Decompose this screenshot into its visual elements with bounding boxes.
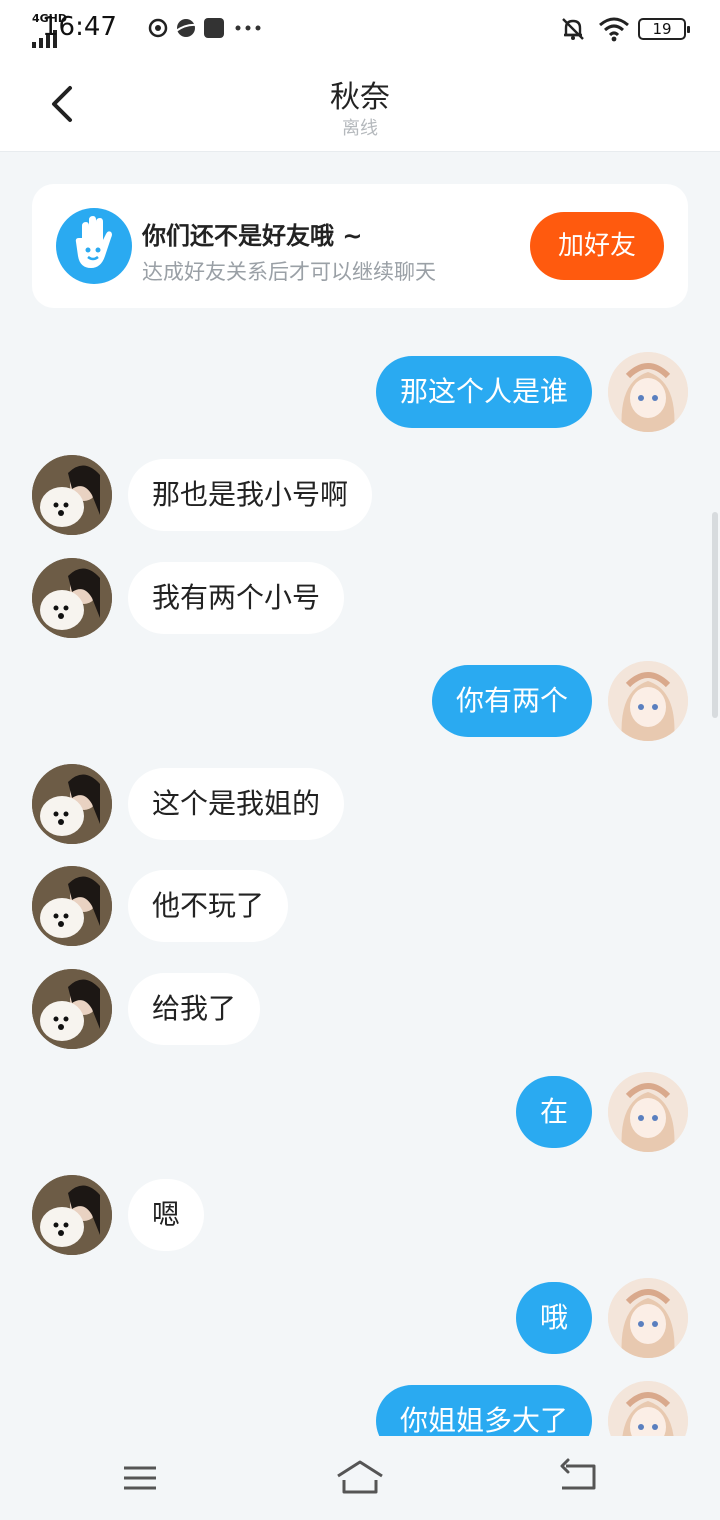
avatar[interactable] <box>608 352 688 432</box>
avatar[interactable] <box>608 1072 688 1152</box>
avatar[interactable] <box>32 866 112 946</box>
more-dots-icon <box>235 25 261 31</box>
message-row: 他不玩了 <box>0 866 720 946</box>
avatar[interactable] <box>32 1175 112 1255</box>
online-status: 离线 <box>342 118 378 139</box>
wifi-icon <box>599 17 629 42</box>
chat-header: 秋奈 离线 <box>0 56 720 152</box>
message-bubble[interactable]: 那也是我小号啊 <box>128 459 373 531</box>
message-row: 那也是我小号啊 <box>0 455 720 535</box>
back-icon[interactable] <box>556 1456 600 1500</box>
message-bubble[interactable]: 给我了 <box>128 973 261 1045</box>
avatar[interactable] <box>608 1381 688 1436</box>
message-bubble[interactable]: 你有两个 <box>431 665 592 737</box>
message-row: 在 <box>0 1072 720 1152</box>
avatar[interactable] <box>32 558 112 638</box>
notice-title: 你们还不是好友哦 ~ <box>142 222 363 250</box>
message-bubble[interactable]: 这个是我姐的 <box>128 768 345 840</box>
message-row: 哦 <box>0 1278 720 1358</box>
message-row: 这个是我姐的 <box>0 764 720 844</box>
not-friend-notice: 你们还不是好友哦 ~ 达成好友关系后才可以继续聊天 加好友 <box>32 184 688 308</box>
status-bar: 4GHD 16:47 19 <box>0 0 720 56</box>
avatar[interactable] <box>32 455 112 535</box>
message-bubble[interactable]: 他不玩了 <box>128 870 289 942</box>
menu-icon[interactable] <box>118 1456 162 1500</box>
message-row: 嗯 <box>0 1175 720 1255</box>
message-list[interactable]: 那这个人是谁 那也是我小号啊 我有两个小号 你有两个 这个是我姐的 他不玩了 给… <box>0 320 720 1436</box>
system-nav-bar <box>0 1436 720 1520</box>
message-bubble[interactable]: 哦 <box>515 1282 592 1354</box>
message-row: 你姐姐多大了 <box>0 1381 720 1436</box>
notification-icons <box>148 18 261 38</box>
avatar[interactable] <box>32 969 112 1049</box>
home-icon[interactable] <box>334 1456 386 1500</box>
cast-icon <box>148 18 168 38</box>
page-title: 秋奈 <box>330 80 390 115</box>
message-row: 你有两个 <box>0 661 720 741</box>
clock: 16:47 <box>42 12 117 42</box>
message-bubble[interactable]: 那这个人是谁 <box>375 356 592 428</box>
message-row: 给我了 <box>0 969 720 1049</box>
battery-icon: 19 <box>638 18 690 40</box>
message-bubble[interactable]: 嗯 <box>128 1179 205 1251</box>
dnd-bell-icon <box>562 18 584 40</box>
message-row: 那这个人是谁 <box>0 352 720 432</box>
notice-subtitle: 达成好友关系后才可以继续聊天 <box>142 260 436 284</box>
message-bubble[interactable]: 你姐姐多大了 <box>375 1385 592 1436</box>
message-row: 我有两个小号 <box>0 558 720 638</box>
add-friend-button[interactable]: 加好友 <box>530 212 664 280</box>
hand-wave-icon <box>56 208 132 284</box>
scrollbar[interactable] <box>712 512 718 718</box>
message-bubble[interactable]: 在 <box>515 1076 592 1148</box>
planet-icon <box>175 19 197 37</box>
square-icon <box>204 18 224 38</box>
avatar[interactable] <box>608 1278 688 1358</box>
message-bubble[interactable]: 我有两个小号 <box>128 562 345 634</box>
avatar[interactable] <box>32 764 112 844</box>
status-right: 19 <box>556 14 690 42</box>
avatar[interactable] <box>608 661 688 741</box>
